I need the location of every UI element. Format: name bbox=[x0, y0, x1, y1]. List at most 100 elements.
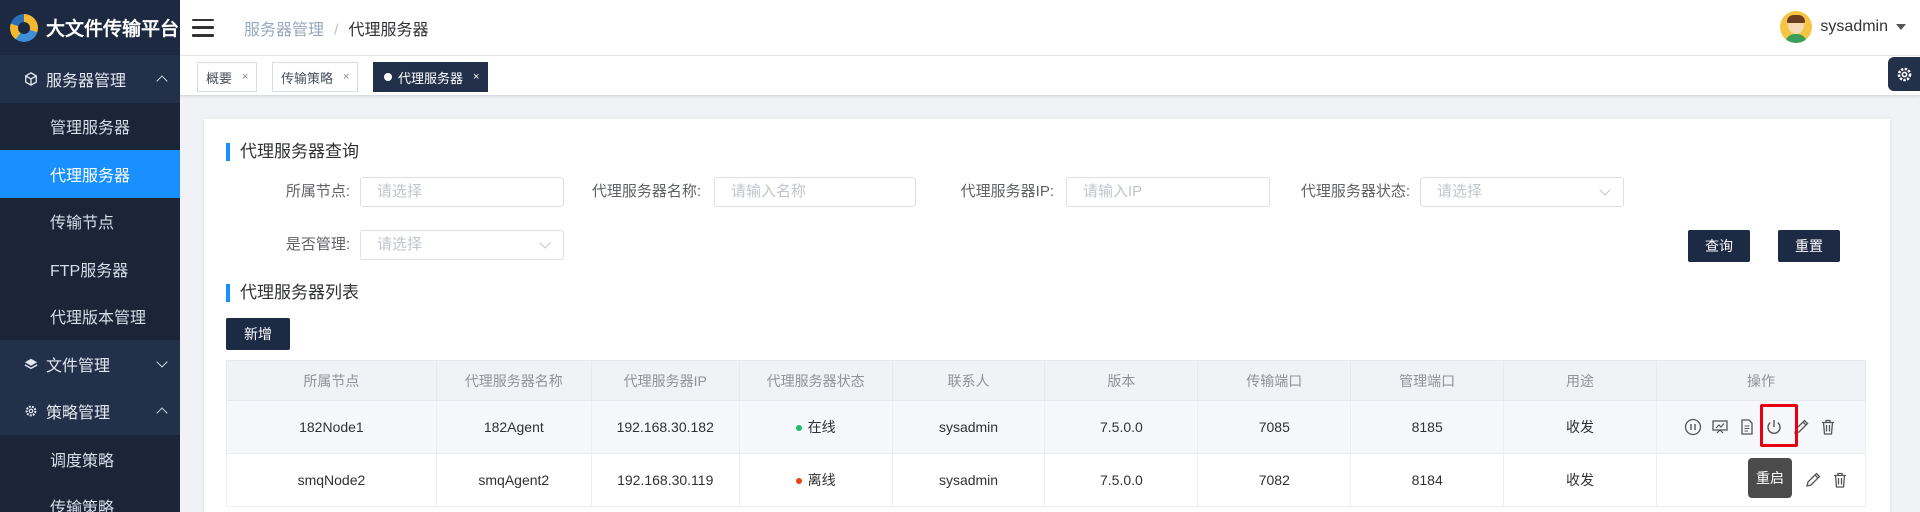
sidebar-item-policy-management[interactable]: 策略管理 bbox=[0, 388, 180, 436]
app-title: 大文件传输平台 bbox=[46, 19, 180, 40]
status-label: 代理服务器状态: bbox=[1300, 183, 1410, 200]
column-header: 管理端口 bbox=[1350, 360, 1505, 401]
cell-usage: 收发 bbox=[1503, 400, 1657, 454]
chevron-down-icon bbox=[1599, 184, 1611, 196]
edit-pencil-icon[interactable] bbox=[1804, 471, 1822, 489]
tab-overview[interactable]: 概要 × bbox=[197, 62, 258, 92]
layers-icon bbox=[24, 357, 38, 371]
reset-button[interactable]: 重置 bbox=[1778, 230, 1840, 262]
close-icon[interactable]: × bbox=[343, 71, 349, 83]
active-dot-icon bbox=[384, 73, 392, 81]
power-restart-icon[interactable] bbox=[1765, 418, 1783, 436]
managed-select[interactable]: 请选择 bbox=[360, 230, 564, 260]
sidebar-item-transfer-policy[interactable]: 传输策略 bbox=[0, 482, 180, 512]
edit-pencil-icon[interactable] bbox=[1792, 418, 1810, 436]
tab-proxy-server[interactable]: 代理服务器 × bbox=[373, 62, 489, 92]
status-online-dot-icon bbox=[795, 425, 802, 432]
cell-transfer-port: 7085 bbox=[1197, 400, 1352, 454]
sidebar-item-label: 文件管理 bbox=[46, 357, 111, 375]
sidebar-item-label: 服务器管理 bbox=[46, 72, 127, 90]
node-select-placeholder: 请选择 bbox=[377, 183, 423, 200]
query-section-title: 代理服务器查询 bbox=[226, 143, 359, 161]
column-header: 所属节点 bbox=[226, 360, 437, 401]
cell-node: 182Node1 bbox=[226, 400, 437, 454]
restart-tooltip: 重启 bbox=[1748, 458, 1792, 498]
column-header: 代理服务器状态 bbox=[738, 360, 893, 401]
managed-label: 是否管理: bbox=[285, 236, 350, 253]
settings-button[interactable] bbox=[1888, 57, 1920, 91]
chevron-down-icon bbox=[539, 237, 551, 249]
managed-select-placeholder: 请选择 bbox=[377, 236, 423, 253]
trash-icon[interactable] bbox=[1831, 471, 1849, 489]
tabs-bar: 概要 × 传输策略 × 代理服务器 × bbox=[180, 56, 1920, 96]
sidebar-item-label: 代理版本管理 bbox=[50, 310, 147, 328]
ip-input[interactable]: 请输入IP bbox=[1066, 177, 1270, 207]
column-header: 传输端口 bbox=[1197, 360, 1352, 401]
sidebar-item-proxy-version[interactable]: 代理版本管理 bbox=[0, 292, 180, 340]
document-icon[interactable] bbox=[1738, 418, 1756, 436]
monitor-icon[interactable] bbox=[1711, 418, 1729, 436]
sidebar: 大文件传输平台 服务器管理 管理服务器 代理服务器 传输节点 FTP服务器 代理… bbox=[0, 0, 180, 512]
sidebar-item-transfer-node[interactable]: 传输节点 bbox=[0, 197, 180, 245]
status-text: 在线 bbox=[807, 419, 836, 435]
chevron-down-icon bbox=[156, 356, 168, 368]
logo-icon bbox=[10, 13, 38, 42]
sidebar-item-server-management[interactable]: 服务器管理 bbox=[0, 55, 180, 103]
pause-icon[interactable] bbox=[1684, 418, 1702, 436]
cell-usage: 收发 bbox=[1503, 453, 1657, 507]
table-row[interactable]: 182Node1 182Agent 192.168.30.182 在线 sysa… bbox=[226, 400, 1867, 454]
sidebar-item-ftp-server[interactable]: FTP服务器 bbox=[0, 245, 180, 293]
chevron-up-icon bbox=[156, 75, 168, 87]
sidebar-item-label: FTP服务器 bbox=[50, 262, 129, 280]
gear-icon bbox=[1897, 67, 1911, 81]
search-button[interactable]: 查询 bbox=[1688, 230, 1750, 262]
chevron-up-icon bbox=[156, 407, 168, 419]
status-select[interactable]: 请选择 bbox=[1420, 177, 1624, 207]
table-row[interactable]: smqNode2 smqAgent2 192.168.30.119 离线 sys… bbox=[226, 453, 1867, 507]
table-header-row: 所属节点 代理服务器名称 代理服务器IP 代理服务器状态 联系人 版本 传输端口… bbox=[226, 360, 1867, 401]
breadcrumb-item[interactable]: 服务器管理 bbox=[244, 22, 324, 39]
cell-ip: 192.168.30.119 bbox=[590, 453, 740, 507]
top-header: 服务器管理 / 代理服务器 sysadmin bbox=[180, 0, 1920, 56]
sidebar-item-manage-server[interactable]: 管理服务器 bbox=[0, 102, 180, 150]
sidebar-item-label: 传输策略 bbox=[50, 500, 115, 512]
status-text: 离线 bbox=[807, 472, 836, 488]
hamburger-menu-icon[interactable] bbox=[192, 18, 214, 37]
sidebar-item-file-management[interactable]: 文件管理 bbox=[0, 340, 180, 388]
name-input-placeholder: 请输入名称 bbox=[731, 183, 807, 200]
add-button[interactable]: 新增 bbox=[226, 318, 290, 350]
cell-contact: sysadmin bbox=[891, 453, 1046, 507]
sidebar-item-label: 策略管理 bbox=[46, 405, 111, 423]
cell-actions bbox=[1655, 400, 1867, 454]
cell-status: 离线 bbox=[738, 453, 893, 507]
column-header: 代理服务器IP bbox=[590, 360, 740, 401]
close-icon[interactable]: × bbox=[473, 71, 479, 83]
tab-label: 传输策略 bbox=[281, 70, 334, 86]
node-select[interactable]: 请选择 bbox=[360, 177, 564, 207]
close-icon[interactable]: × bbox=[242, 71, 248, 83]
ip-label: 代理服务器IP: bbox=[960, 183, 1054, 200]
user-menu[interactable]: sysadmin bbox=[1780, 11, 1906, 43]
tab-label: 代理服务器 bbox=[398, 70, 464, 86]
user-name: sysadmin bbox=[1820, 18, 1888, 35]
list-section-title: 代理服务器列表 bbox=[226, 284, 359, 302]
main-card: 代理服务器查询 所属节点: 请选择 代理服务器名称: 请输入名称 代理服务器IP… bbox=[204, 119, 1890, 512]
ip-input-placeholder: 请输入IP bbox=[1083, 183, 1143, 200]
cell-version: 7.5.0.0 bbox=[1044, 400, 1199, 454]
app-logo[interactable]: 大文件传输平台 bbox=[0, 0, 180, 55]
tab-label: 概要 bbox=[206, 70, 233, 86]
column-header: 代理服务器名称 bbox=[435, 360, 592, 401]
tab-transfer-policy[interactable]: 传输策略 × bbox=[272, 62, 359, 92]
cell-status: 在线 bbox=[738, 400, 893, 454]
gear-icon bbox=[24, 404, 38, 418]
column-header: 用途 bbox=[1503, 360, 1657, 401]
sidebar-item-label: 代理服务器 bbox=[50, 167, 131, 185]
sidebar-item-schedule-policy[interactable]: 调度策略 bbox=[0, 435, 180, 483]
trash-icon[interactable] bbox=[1819, 418, 1837, 436]
sidebar-item-proxy-server[interactable]: 代理服务器 bbox=[0, 150, 180, 198]
cell-manage-port: 8185 bbox=[1350, 400, 1505, 454]
name-input[interactable]: 请输入名称 bbox=[714, 177, 916, 207]
cell-contact: sysadmin bbox=[891, 400, 1046, 454]
sidebar-item-label: 传输节点 bbox=[50, 215, 115, 233]
cell-node: smqNode2 bbox=[226, 453, 437, 507]
